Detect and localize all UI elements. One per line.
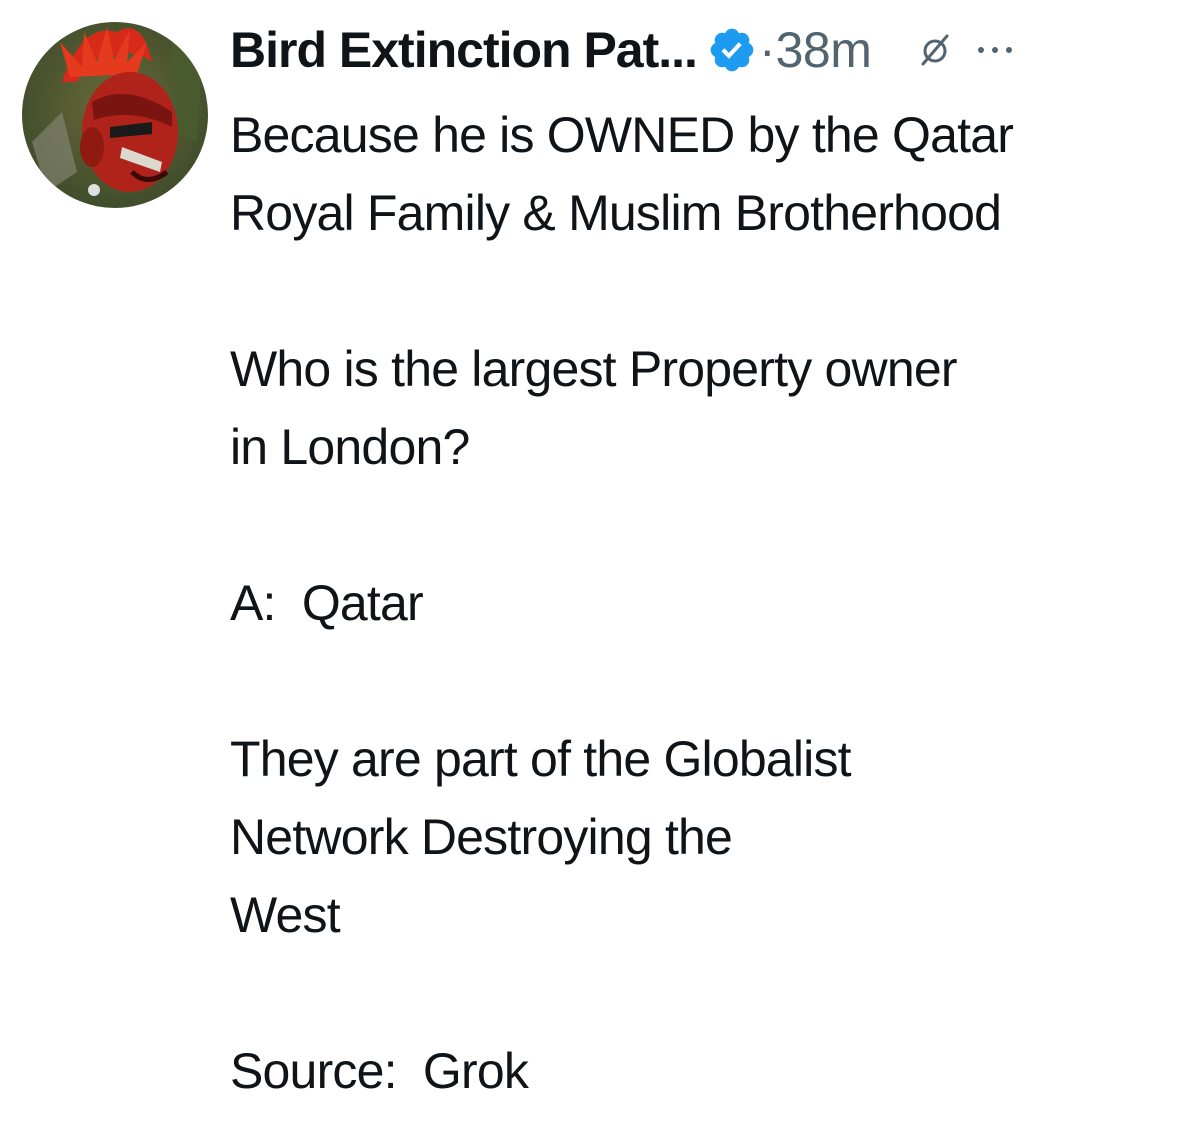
tweet-text-line: Network Destroying the — [230, 809, 733, 865]
line-break — [230, 642, 1190, 720]
line-break — [230, 486, 1190, 564]
tweet-text-line: They are part of the Globalist — [230, 731, 852, 787]
avatar-image — [22, 22, 208, 208]
tweet-text: Because he is OWNED by the Qatar Royal F… — [230, 96, 1190, 1110]
tweet[interactable]: Bird Extinction Pat... · 38m Because he … — [0, 0, 1200, 1144]
author-name[interactable]: Bird Extinction Pat... — [230, 21, 698, 79]
avatar[interactable] — [22, 22, 208, 208]
more-options-icon[interactable] — [975, 30, 1015, 70]
grok-icon[interactable] — [915, 30, 955, 70]
tweet-text-line: West — [230, 887, 341, 943]
tweet-header: Bird Extinction Pat... · 38m — [230, 18, 1015, 82]
line-break — [230, 954, 1190, 1032]
tweet-text-line: A: Qatar — [230, 575, 424, 631]
tweet-text-line: Source: Grok — [230, 1043, 529, 1099]
tweet-text-line: Because he is OWNED by the Qatar — [230, 107, 1014, 163]
tweet-text-line: in London? — [230, 419, 470, 475]
verified-badge-icon[interactable] — [707, 25, 757, 75]
tweet-text-line: Who is the largest Property owner — [230, 341, 958, 397]
tweet-text-line: Royal Family & Muslim Brotherhood — [230, 185, 1002, 241]
line-break — [230, 252, 1190, 330]
separator-dot: · — [758, 22, 776, 78]
timestamp[interactable]: 38m — [776, 21, 872, 79]
